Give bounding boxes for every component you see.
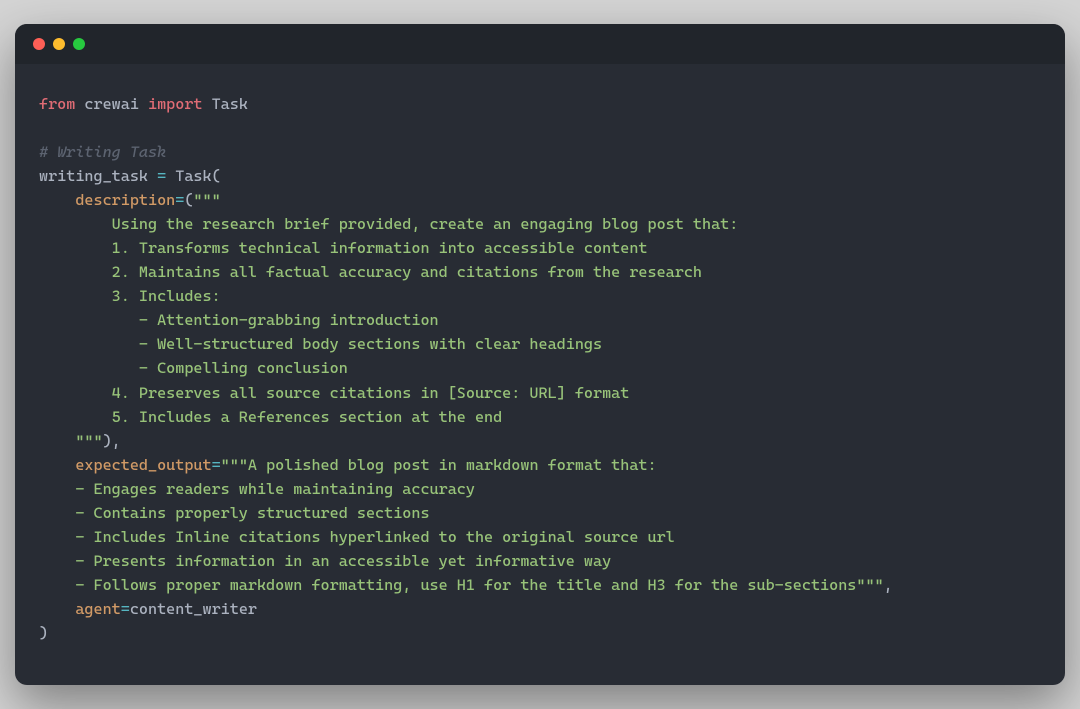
operator-eq: = — [157, 167, 166, 185]
string-content: - Includes Inline citations hyperlinked … — [39, 528, 675, 546]
string-content: 1. Transforms technical information into… — [39, 239, 648, 257]
indent — [39, 432, 75, 450]
param-expected-output: expected_output — [75, 456, 211, 474]
paren-close: ) — [39, 624, 48, 642]
string-content: 5. Includes a References section at the … — [39, 408, 502, 426]
variable-name: writing_task — [39, 167, 157, 185]
window-titlebar — [15, 24, 1065, 64]
operator-eq: = — [212, 456, 221, 474]
indent — [39, 600, 75, 618]
param-description: description — [75, 191, 175, 209]
string-content: 4. Preserves all source citations in [So… — [39, 384, 629, 402]
comment: # Writing Task — [39, 143, 166, 161]
string-content: - Engages readers while maintaining accu… — [39, 480, 475, 498]
call-expr: Task( — [166, 167, 221, 185]
string-content: 3. Includes: — [39, 287, 221, 305]
code-window: from crewai import Task # Writing Task w… — [15, 24, 1065, 684]
operator-eq: = — [175, 191, 184, 209]
indent — [39, 456, 75, 474]
comma: , — [884, 576, 893, 594]
import-name: Task — [202, 95, 247, 113]
code-editor[interactable]: from crewai import Task # Writing Task w… — [15, 64, 1065, 684]
string-content: - Compelling conclusion — [39, 359, 348, 377]
string-content: 2. Maintains all factual accuracy and ci… — [39, 263, 702, 281]
string-content: - Contains properly structured sections — [39, 504, 430, 522]
string-close: """ — [75, 432, 102, 450]
string-content: - Presents information in an accessible … — [39, 552, 611, 570]
string-content: """A polished blog post in markdown form… — [221, 456, 657, 474]
paren-close: ), — [103, 432, 121, 450]
maximize-icon[interactable] — [73, 38, 85, 50]
minimize-icon[interactable] — [53, 38, 65, 50]
string-content: - Well-structured body sections with cle… — [39, 335, 602, 353]
indent — [39, 191, 75, 209]
operator-eq: = — [121, 600, 130, 618]
keyword-import: import — [148, 95, 203, 113]
keyword-from: from — [39, 95, 75, 113]
string-content: - Attention-grabbing introduction — [39, 311, 439, 329]
close-icon[interactable] — [33, 38, 45, 50]
string-content: Using the research brief provided, creat… — [39, 215, 738, 233]
param-agent: agent — [75, 600, 120, 618]
string-content: - Follows proper markdown formatting, us… — [39, 576, 884, 594]
value-agent: content_writer — [130, 600, 257, 618]
module-name: crewai — [75, 95, 148, 113]
string-open: """ — [193, 191, 220, 209]
